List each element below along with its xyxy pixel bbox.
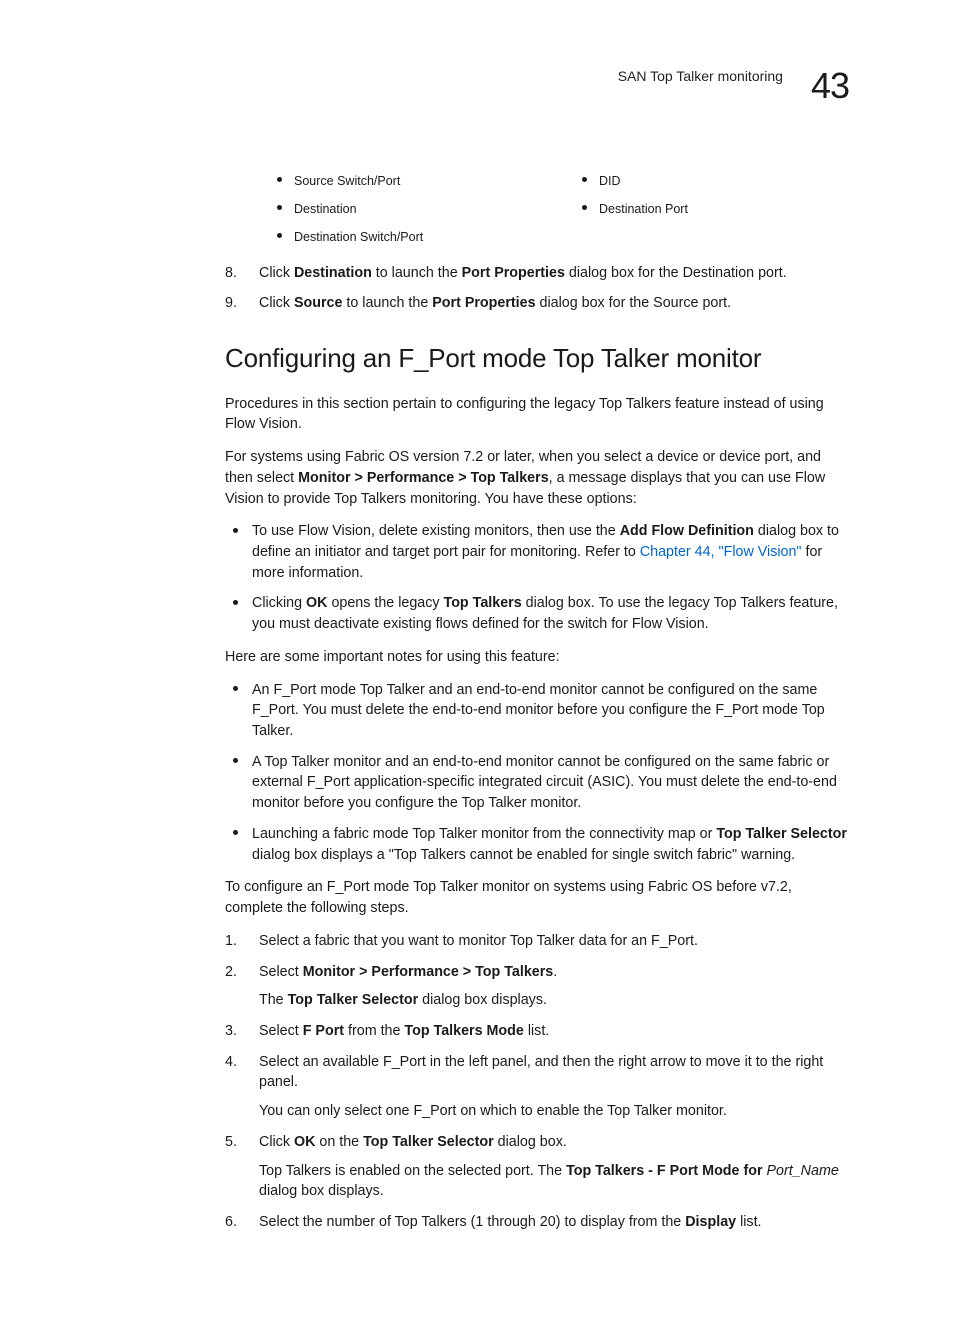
step-line: You can only select one F_Port on which … bbox=[259, 1101, 849, 1122]
top-list-left-label: Destination Switch/Port bbox=[294, 228, 423, 246]
bullet-icon bbox=[277, 205, 282, 210]
bold-text: Top Talker Selector bbox=[363, 1134, 494, 1150]
option-item: To use Flow Vision, delete existing moni… bbox=[225, 521, 849, 583]
bullet-icon bbox=[233, 600, 238, 605]
note-text: A Top Talker monitor and an end-to-end m… bbox=[252, 752, 849, 814]
step-line: Select F Port from the Top Talkers Mode … bbox=[259, 1021, 849, 1042]
bold-text: Monitor > Performance > Top Talkers bbox=[303, 964, 554, 980]
bold-text: Source bbox=[294, 295, 342, 311]
bold-text: F Port bbox=[303, 1023, 344, 1039]
bold-text: Top Talkers - F Port Mode for bbox=[566, 1163, 766, 1179]
intro-paragraph-1: Procedures in this section pertain to co… bbox=[225, 394, 849, 435]
content-area: Source Switch/Port Destination Destination… bbox=[225, 172, 849, 1233]
bold-text: Monitor > Performance > Top Talkers bbox=[298, 470, 549, 486]
step-line: The Top Talker Selector dialog box displ… bbox=[259, 990, 849, 1011]
step-item: 6. Select the number of Top Talkers (1 th… bbox=[225, 1212, 849, 1233]
step-body: Click Source to launch the Port Properti… bbox=[259, 293, 849, 314]
step-body: Select Monitor > Performance > Top Talke… bbox=[259, 962, 849, 1011]
step-number: 3. bbox=[225, 1021, 247, 1042]
top-list-left-label: Destination bbox=[294, 200, 357, 218]
page-header: SAN Top Talker monitoring 43 bbox=[105, 60, 849, 112]
bullet-icon bbox=[582, 205, 587, 210]
option-item: Clicking OK opens the legacy Top Talkers… bbox=[225, 593, 849, 634]
top-list-right-label: DID bbox=[599, 172, 621, 190]
step-body: Click Destination to launch the Port Pro… bbox=[259, 263, 849, 284]
bold-text: Port Properties bbox=[462, 265, 565, 281]
bullet-icon bbox=[582, 177, 587, 182]
top-list-left-item: Destination Switch/Port bbox=[277, 228, 542, 246]
italic-text: Port_Name bbox=[767, 1163, 839, 1179]
bold-text: OK bbox=[306, 595, 327, 611]
bold-text: Add Flow Definition bbox=[620, 523, 754, 539]
step-item: 9. Click Source to launch the Port Proper… bbox=[225, 293, 849, 314]
bold-text: Top Talkers Mode bbox=[404, 1023, 523, 1039]
step-number: 2. bbox=[225, 962, 247, 1011]
step-item: 2. Select Monitor > Performance > Top Tal… bbox=[225, 962, 849, 1011]
top-list-right: DID Destination Port bbox=[582, 172, 688, 256]
top-list-left-item: Source Switch/Port bbox=[277, 172, 542, 190]
step-line: Select an available F_Port in the left p… bbox=[259, 1052, 849, 1093]
top-list-right-label: Destination Port bbox=[599, 200, 688, 218]
note-text: An F_Port mode Top Talker and an end-to-… bbox=[252, 680, 849, 742]
step-body: Select a fabric that you want to monitor… bbox=[259, 931, 849, 952]
cross-reference-link[interactable]: Chapter 44, "Flow Vision" bbox=[640, 544, 802, 560]
intro-paragraph-2: For systems using Fabric OS version 7.2 … bbox=[225, 447, 849, 509]
step-item: 1. Select a fabric that you want to monit… bbox=[225, 931, 849, 952]
steps-8-9: 8. Click Destination to launch the Port P… bbox=[225, 263, 849, 314]
bullet-icon bbox=[233, 686, 238, 691]
bold-text: Top Talkers bbox=[444, 595, 522, 611]
bullet-icon bbox=[233, 830, 238, 835]
options-list: To use Flow Vision, delete existing moni… bbox=[225, 521, 849, 635]
step-body: Select F Port from the Top Talkers Mode … bbox=[259, 1021, 849, 1042]
step-item: 5. Click OK on the Top Talker Selector di… bbox=[225, 1132, 849, 1202]
note-item: An F_Port mode Top Talker and an end-to-… bbox=[225, 680, 849, 742]
step-number: 6. bbox=[225, 1212, 247, 1233]
step-number: 1. bbox=[225, 931, 247, 952]
bold-text: Display bbox=[685, 1214, 736, 1230]
top-list-left: Source Switch/Port Destination Destination… bbox=[277, 172, 542, 256]
header-section-title: SAN Top Talker monitoring bbox=[618, 60, 783, 86]
step-item: 8. Click Destination to launch the Port P… bbox=[225, 263, 849, 284]
chapter-number: 43 bbox=[811, 60, 849, 112]
step-number: 4. bbox=[225, 1052, 247, 1122]
step-number: 9. bbox=[225, 293, 247, 314]
step-line: Top Talkers is enabled on the selected p… bbox=[259, 1161, 849, 1202]
bold-text: Top Talker Selector bbox=[288, 992, 419, 1008]
step-line: Select Monitor > Performance > Top Talke… bbox=[259, 962, 849, 983]
notes-list: An F_Port mode Top Talker and an end-to-… bbox=[225, 680, 849, 866]
section-heading: Configuring an F_Port mode Top Talker mo… bbox=[225, 340, 849, 378]
top-list-right-item: Destination Port bbox=[582, 200, 688, 218]
notes-intro: Here are some important notes for using … bbox=[225, 647, 849, 668]
option-text: Clicking OK opens the legacy Top Talkers… bbox=[252, 593, 849, 634]
bullet-icon bbox=[277, 177, 282, 182]
pre-steps-paragraph: To configure an F_Port mode Top Talker m… bbox=[225, 877, 849, 918]
bold-text: Top Talker Selector bbox=[716, 826, 847, 842]
step-line: Select the number of Top Talkers (1 thro… bbox=[259, 1212, 849, 1233]
step-line: Click OK on the Top Talker Selector dial… bbox=[259, 1132, 849, 1153]
step-number: 5. bbox=[225, 1132, 247, 1202]
top-list-right-item: DID bbox=[582, 172, 688, 190]
option-text: To use Flow Vision, delete existing moni… bbox=[252, 521, 849, 583]
bullet-icon bbox=[233, 528, 238, 533]
bullet-icon bbox=[277, 233, 282, 238]
step-number: 8. bbox=[225, 263, 247, 284]
step-line: Select a fabric that you want to monitor… bbox=[259, 931, 849, 952]
bold-text: Port Properties bbox=[432, 295, 535, 311]
top-list-left-item: Destination bbox=[277, 200, 542, 218]
step-body: Select the number of Top Talkers (1 thro… bbox=[259, 1212, 849, 1233]
note-item: A Top Talker monitor and an end-to-end m… bbox=[225, 752, 849, 814]
top-list-columns: Source Switch/Port Destination Destination… bbox=[277, 172, 849, 256]
step-item: 3. Select F Port from the Top Talkers Mod… bbox=[225, 1021, 849, 1042]
page: SAN Top Talker monitoring 43 Source Swit… bbox=[0, 0, 954, 1337]
note-item: Launching a fabric mode Top Talker monit… bbox=[225, 824, 849, 865]
note-text: Launching a fabric mode Top Talker monit… bbox=[252, 824, 849, 865]
main-steps: 1. Select a fabric that you want to monit… bbox=[225, 931, 849, 1233]
top-list-left-label: Source Switch/Port bbox=[294, 172, 400, 190]
step-item: 4. Select an available F_Port in the left… bbox=[225, 1052, 849, 1122]
step-body: Click OK on the Top Talker Selector dial… bbox=[259, 1132, 849, 1202]
bullet-icon bbox=[233, 758, 238, 763]
bold-text: Destination bbox=[294, 265, 372, 281]
bold-text: OK bbox=[294, 1134, 315, 1150]
step-body: Select an available F_Port in the left p… bbox=[259, 1052, 849, 1122]
